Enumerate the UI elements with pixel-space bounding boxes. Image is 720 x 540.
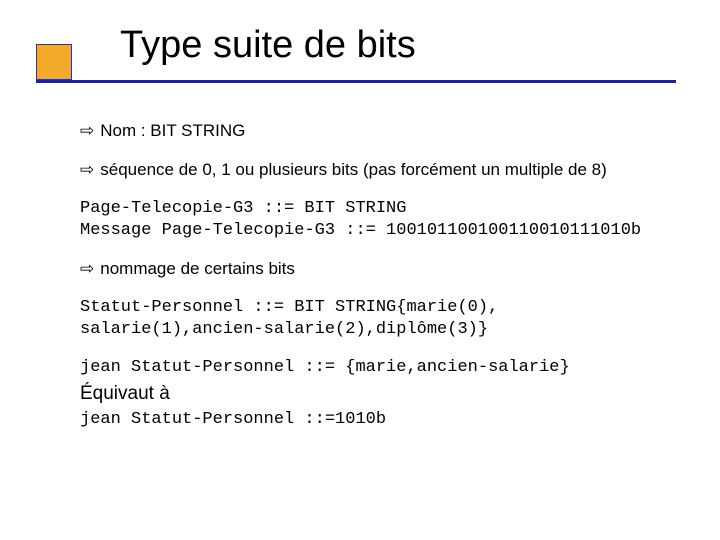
code-block-4: jean Statut-Personnel ::=1010b (80, 409, 660, 431)
arrow-icon: ⇨ (80, 159, 94, 182)
slide: Type suite de bits ⇨ Nom : BIT STRING ⇨ sé… (0, 0, 720, 540)
code-block-2: Statut-Personnel ::= BIT STRING{marie(0)… (80, 297, 660, 341)
code-block-1: Page-Telecopie-G3 ::= BIT STRING Message… (80, 198, 660, 242)
arrow-icon: ⇨ (80, 120, 94, 143)
bullet-3-text: nommage de certains bits (100, 259, 295, 278)
bullet-2-text: séquence de 0, 1 ou plusieurs bits (pas … (100, 160, 607, 179)
bullet-2: ⇨ séquence de 0, 1 ou plusieurs bits (pas… (80, 159, 660, 182)
bullet-3: ⇨ nommage de certains bits (80, 258, 660, 281)
bullet-1: ⇨ Nom : BIT STRING (80, 120, 660, 143)
slide-body: ⇨ Nom : BIT STRING ⇨ séquence de 0, 1 ou p… (80, 120, 660, 447)
slide-title: Type suite de bits (120, 24, 416, 67)
code-block-3: jean Statut-Personnel ::= {marie,ancien-… (80, 357, 660, 379)
arrow-icon: ⇨ (80, 258, 94, 281)
bullet-1-text: Nom : BIT STRING (100, 121, 245, 140)
equiv-label: Équivaut à (80, 381, 660, 407)
title-underline (36, 80, 676, 83)
accent-square (36, 44, 72, 80)
